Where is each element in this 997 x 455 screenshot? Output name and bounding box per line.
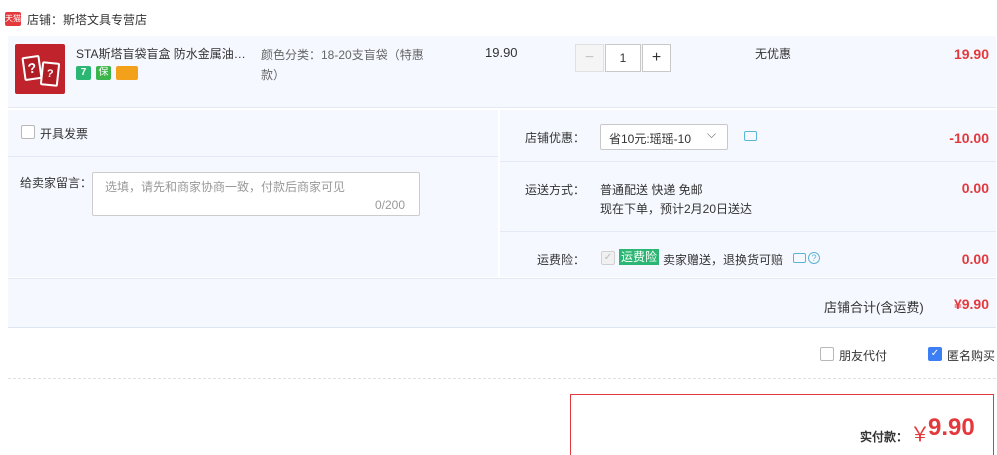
shipping-insurance-label: 运费险： — [537, 253, 586, 267]
chevron-down-icon: ⌵ — [707, 127, 717, 141]
mystery-card-icon: ? — [21, 54, 43, 82]
shop-coupon-value: 省10元:瑶瑶-10 — [609, 132, 692, 146]
shipping-insurance-text: 卖家赠送，退换货可赔 — [663, 253, 784, 267]
shipping-insurance-amount: 0.00 — [961, 251, 989, 267]
divider — [500, 231, 996, 232]
chat-icon[interactable] — [744, 131, 757, 141]
seller-message-label: 给卖家留言： — [20, 176, 93, 190]
seller-message-placeholder: 选填，请先和商家协商一致，付款后商家可见 — [105, 180, 346, 194]
shop-name[interactable]: 店铺：斯塔文具专营店 — [27, 11, 147, 28]
shop-total-label: 店铺合计(含运费) — [824, 300, 924, 315]
quantity-increase-button[interactable]: + — [642, 44, 671, 72]
shipping-insurance-checkbox: ✓ — [601, 251, 615, 265]
item-title[interactable]: STA斯塔盲袋盲盒 防水金属油墨… — [76, 45, 251, 62]
shop-coupon-amount: -10.00 — [949, 130, 989, 146]
amount-due-label: 实付款： — [860, 430, 909, 444]
item-thumbnail[interactable]: ? ? — [15, 44, 65, 94]
shop-coupon-label: 店铺优惠： — [525, 131, 586, 145]
item-subtotal: 19.90 — [953, 46, 989, 62]
divider — [8, 156, 498, 157]
chat-icon[interactable] — [793, 253, 806, 263]
quantity-decrease-button[interactable]: − — [575, 44, 604, 72]
shop-total-amount: ¥9.90 — [953, 296, 989, 312]
credit-card-icon — [116, 66, 138, 80]
friend-pay-label[interactable]: 朋友代付 — [839, 347, 887, 364]
shipping-eta: 现在下单，预计2月20日送达 — [600, 202, 753, 216]
item-promotion: 无优惠 — [755, 47, 792, 61]
shipping-method: 普通配送 快递 免邮 — [600, 183, 703, 197]
mystery-card-icon: ? — [39, 61, 61, 87]
guarantee-icon: 保 — [96, 66, 111, 80]
shop-header — [0, 0, 997, 36]
anonymous-purchase-label[interactable]: 匿名购买 — [947, 347, 995, 364]
shipping-insurance-badge: 运费险 — [619, 249, 660, 265]
shipping-amount: 0.00 — [961, 180, 989, 196]
currency-symbol: ￥ — [910, 424, 930, 446]
seller-message-counter: 0/200 — [375, 198, 406, 212]
amount-due: 9.90 — [928, 414, 975, 441]
seven-day-return-icon: 7 — [76, 66, 91, 80]
shipping-label: 运送方式： — [525, 183, 586, 197]
help-icon[interactable]: ? — [808, 252, 820, 264]
quantity-input[interactable]: 1 — [605, 44, 641, 72]
unit-price: 19.90 — [485, 45, 518, 60]
divider — [500, 161, 996, 162]
invoice-checkbox[interactable] — [21, 125, 35, 139]
item-sku: 颜色分类：18-20支盲袋（特惠款） — [261, 48, 424, 82]
anonymous-purchase-checkbox[interactable]: ✓ — [928, 347, 942, 361]
tmall-icon: 天猫 — [5, 12, 21, 26]
divider — [8, 378, 996, 379]
friend-pay-checkbox[interactable] — [820, 347, 834, 361]
invoice-label[interactable]: 开具发票 — [40, 125, 88, 142]
